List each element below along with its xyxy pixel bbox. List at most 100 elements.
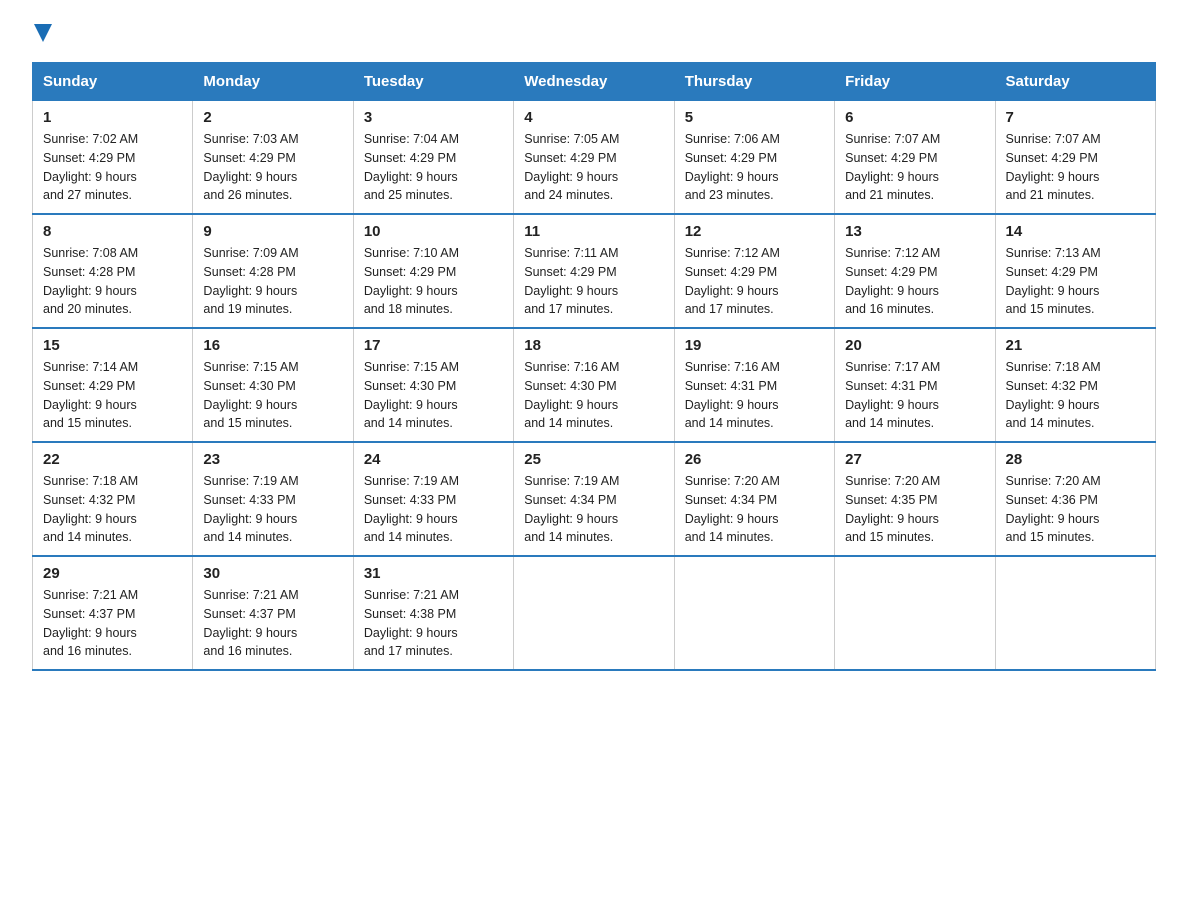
calendar-cell: 24 Sunrise: 7:19 AM Sunset: 4:33 PM Dayl…: [353, 442, 513, 556]
day-info: Sunrise: 7:05 AM Sunset: 4:29 PM Dayligh…: [524, 130, 663, 205]
day-info: Sunrise: 7:19 AM Sunset: 4:33 PM Dayligh…: [203, 472, 342, 547]
day-number: 11: [524, 223, 663, 240]
day-info: Sunrise: 7:08 AM Sunset: 4:28 PM Dayligh…: [43, 244, 182, 319]
calendar-cell: 6 Sunrise: 7:07 AM Sunset: 4:29 PM Dayli…: [835, 101, 995, 215]
day-info: Sunrise: 7:16 AM Sunset: 4:30 PM Dayligh…: [524, 358, 663, 433]
day-info: Sunrise: 7:13 AM Sunset: 4:29 PM Dayligh…: [1006, 244, 1145, 319]
calendar-cell: 5 Sunrise: 7:06 AM Sunset: 4:29 PM Dayli…: [674, 101, 834, 215]
day-info: Sunrise: 7:18 AM Sunset: 4:32 PM Dayligh…: [1006, 358, 1145, 433]
calendar-week-row: 15 Sunrise: 7:14 AM Sunset: 4:29 PM Dayl…: [33, 328, 1156, 442]
calendar-cell: [835, 556, 995, 670]
day-info: Sunrise: 7:11 AM Sunset: 4:29 PM Dayligh…: [524, 244, 663, 319]
day-number: 16: [203, 337, 342, 354]
calendar-cell: 25 Sunrise: 7:19 AM Sunset: 4:34 PM Dayl…: [514, 442, 674, 556]
day-info: Sunrise: 7:12 AM Sunset: 4:29 PM Dayligh…: [685, 244, 824, 319]
day-info: Sunrise: 7:21 AM Sunset: 4:37 PM Dayligh…: [43, 586, 182, 661]
day-info: Sunrise: 7:03 AM Sunset: 4:29 PM Dayligh…: [203, 130, 342, 205]
day-number: 2: [203, 109, 342, 126]
calendar-cell: 27 Sunrise: 7:20 AM Sunset: 4:35 PM Dayl…: [835, 442, 995, 556]
day-number: 15: [43, 337, 182, 354]
calendar-cell: 22 Sunrise: 7:18 AM Sunset: 4:32 PM Dayl…: [33, 442, 193, 556]
day-number: 21: [1006, 337, 1145, 354]
day-info: Sunrise: 7:07 AM Sunset: 4:29 PM Dayligh…: [845, 130, 984, 205]
day-number: 27: [845, 451, 984, 468]
calendar-table: SundayMondayTuesdayWednesdayThursdayFrid…: [32, 62, 1156, 671]
calendar-cell: 31 Sunrise: 7:21 AM Sunset: 4:38 PM Dayl…: [353, 556, 513, 670]
calendar-cell: 23 Sunrise: 7:19 AM Sunset: 4:33 PM Dayl…: [193, 442, 353, 556]
day-number: 13: [845, 223, 984, 240]
day-number: 31: [364, 565, 503, 582]
calendar-cell: 13 Sunrise: 7:12 AM Sunset: 4:29 PM Dayl…: [835, 214, 995, 328]
day-info: Sunrise: 7:21 AM Sunset: 4:37 PM Dayligh…: [203, 586, 342, 661]
calendar-cell: 28 Sunrise: 7:20 AM Sunset: 4:36 PM Dayl…: [995, 442, 1155, 556]
calendar-cell: 9 Sunrise: 7:09 AM Sunset: 4:28 PM Dayli…: [193, 214, 353, 328]
calendar-cell: 18 Sunrise: 7:16 AM Sunset: 4:30 PM Dayl…: [514, 328, 674, 442]
day-number: 18: [524, 337, 663, 354]
day-number: 12: [685, 223, 824, 240]
col-header-wednesday: Wednesday: [514, 63, 674, 101]
calendar-cell: 26 Sunrise: 7:20 AM Sunset: 4:34 PM Dayl…: [674, 442, 834, 556]
day-info: Sunrise: 7:19 AM Sunset: 4:34 PM Dayligh…: [524, 472, 663, 547]
day-number: 24: [364, 451, 503, 468]
day-info: Sunrise: 7:07 AM Sunset: 4:29 PM Dayligh…: [1006, 130, 1145, 205]
day-info: Sunrise: 7:17 AM Sunset: 4:31 PM Dayligh…: [845, 358, 984, 433]
day-info: Sunrise: 7:16 AM Sunset: 4:31 PM Dayligh…: [685, 358, 824, 433]
day-info: Sunrise: 7:21 AM Sunset: 4:38 PM Dayligh…: [364, 586, 503, 661]
calendar-cell: 20 Sunrise: 7:17 AM Sunset: 4:31 PM Dayl…: [835, 328, 995, 442]
col-header-sunday: Sunday: [33, 63, 193, 101]
calendar-cell: 4 Sunrise: 7:05 AM Sunset: 4:29 PM Dayli…: [514, 101, 674, 215]
calendar-week-row: 8 Sunrise: 7:08 AM Sunset: 4:28 PM Dayli…: [33, 214, 1156, 328]
calendar-cell: 14 Sunrise: 7:13 AM Sunset: 4:29 PM Dayl…: [995, 214, 1155, 328]
calendar-cell: 17 Sunrise: 7:15 AM Sunset: 4:30 PM Dayl…: [353, 328, 513, 442]
day-number: 3: [364, 109, 503, 126]
day-info: Sunrise: 7:02 AM Sunset: 4:29 PM Dayligh…: [43, 130, 182, 205]
calendar-cell: 7 Sunrise: 7:07 AM Sunset: 4:29 PM Dayli…: [995, 101, 1155, 215]
day-number: 26: [685, 451, 824, 468]
calendar-cell: 30 Sunrise: 7:21 AM Sunset: 4:37 PM Dayl…: [193, 556, 353, 670]
day-info: Sunrise: 7:04 AM Sunset: 4:29 PM Dayligh…: [364, 130, 503, 205]
day-info: Sunrise: 7:06 AM Sunset: 4:29 PM Dayligh…: [685, 130, 824, 205]
logo-triangle-icon: [34, 24, 52, 42]
day-number: 28: [1006, 451, 1145, 468]
calendar-cell: 16 Sunrise: 7:15 AM Sunset: 4:30 PM Dayl…: [193, 328, 353, 442]
day-info: Sunrise: 7:18 AM Sunset: 4:32 PM Dayligh…: [43, 472, 182, 547]
col-header-thursday: Thursday: [674, 63, 834, 101]
day-info: Sunrise: 7:20 AM Sunset: 4:35 PM Dayligh…: [845, 472, 984, 547]
day-info: Sunrise: 7:14 AM Sunset: 4:29 PM Dayligh…: [43, 358, 182, 433]
day-number: 25: [524, 451, 663, 468]
day-number: 29: [43, 565, 182, 582]
calendar-week-row: 22 Sunrise: 7:18 AM Sunset: 4:32 PM Dayl…: [33, 442, 1156, 556]
day-number: 22: [43, 451, 182, 468]
calendar-week-row: 29 Sunrise: 7:21 AM Sunset: 4:37 PM Dayl…: [33, 556, 1156, 670]
day-number: 6: [845, 109, 984, 126]
day-info: Sunrise: 7:09 AM Sunset: 4:28 PM Dayligh…: [203, 244, 342, 319]
day-info: Sunrise: 7:15 AM Sunset: 4:30 PM Dayligh…: [203, 358, 342, 433]
calendar-cell: 12 Sunrise: 7:12 AM Sunset: 4:29 PM Dayl…: [674, 214, 834, 328]
calendar-cell: [514, 556, 674, 670]
day-number: 10: [364, 223, 503, 240]
calendar-cell: [674, 556, 834, 670]
day-number: 9: [203, 223, 342, 240]
day-info: Sunrise: 7:19 AM Sunset: 4:33 PM Dayligh…: [364, 472, 503, 547]
calendar-cell: 15 Sunrise: 7:14 AM Sunset: 4:29 PM Dayl…: [33, 328, 193, 442]
calendar-cell: 3 Sunrise: 7:04 AM Sunset: 4:29 PM Dayli…: [353, 101, 513, 215]
day-number: 17: [364, 337, 503, 354]
day-number: 1: [43, 109, 182, 126]
day-number: 4: [524, 109, 663, 126]
calendar-header-row: SundayMondayTuesdayWednesdayThursdayFrid…: [33, 63, 1156, 101]
day-number: 20: [845, 337, 984, 354]
day-number: 8: [43, 223, 182, 240]
day-number: 30: [203, 565, 342, 582]
calendar-cell: 1 Sunrise: 7:02 AM Sunset: 4:29 PM Dayli…: [33, 101, 193, 215]
calendar-cell: 8 Sunrise: 7:08 AM Sunset: 4:28 PM Dayli…: [33, 214, 193, 328]
day-number: 23: [203, 451, 342, 468]
col-header-saturday: Saturday: [995, 63, 1155, 101]
calendar-cell: [995, 556, 1155, 670]
calendar-cell: 11 Sunrise: 7:11 AM Sunset: 4:29 PM Dayl…: [514, 214, 674, 328]
day-info: Sunrise: 7:20 AM Sunset: 4:34 PM Dayligh…: [685, 472, 824, 547]
calendar-cell: 2 Sunrise: 7:03 AM Sunset: 4:29 PM Dayli…: [193, 101, 353, 215]
col-header-friday: Friday: [835, 63, 995, 101]
day-number: 19: [685, 337, 824, 354]
day-info: Sunrise: 7:10 AM Sunset: 4:29 PM Dayligh…: [364, 244, 503, 319]
col-header-tuesday: Tuesday: [353, 63, 513, 101]
